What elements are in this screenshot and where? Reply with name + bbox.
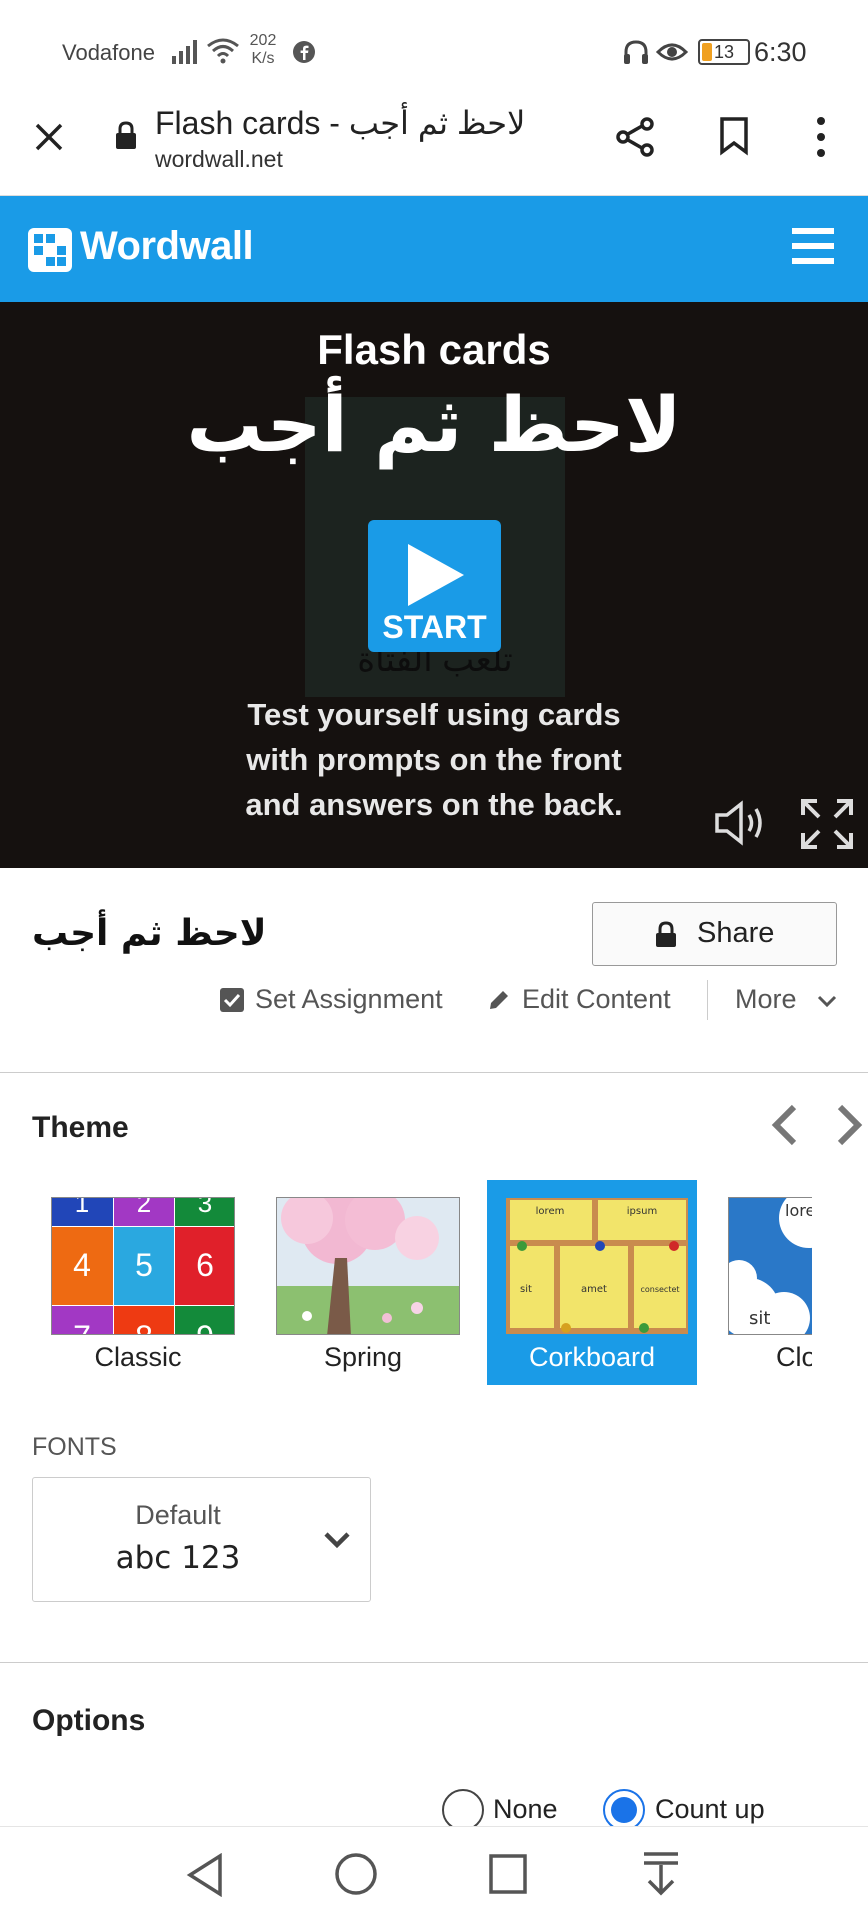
theme-section-title: Theme [32, 1111, 129, 1144]
corkboard-word: ipsum [627, 1206, 657, 1217]
game-title-arabic: لاحظ ثم أجب [186, 380, 682, 469]
set-assignment-label: Set Assignment [255, 984, 443, 1014]
hamburger-menu-icon[interactable] [792, 226, 834, 266]
close-icon[interactable] [34, 122, 64, 152]
font-select[interactable]: Default abc 123 [32, 1477, 371, 1602]
classic-number: 5 [135, 1247, 153, 1283]
system-nav-bar [0, 1826, 868, 1920]
chevron-down-icon [324, 1532, 350, 1549]
chevron-down-icon [817, 995, 837, 1008]
lock-icon [116, 121, 136, 149]
carrier-name: Vodafone [62, 40, 155, 65]
home-nav-icon[interactable] [334, 1852, 378, 1896]
classic-number: 3 [198, 1198, 212, 1218]
timer-count-up-radio[interactable] [603, 1789, 645, 1831]
theme-label: Spring [323, 1342, 403, 1372]
site-header: Wordwall [0, 196, 868, 302]
share-icon[interactable] [614, 116, 656, 158]
game-player[interactable]: تلعب الفتاة Flash cards لاحظ ثم أجب STAR… [0, 302, 868, 868]
font-sample: abc 123 [115, 1540, 241, 1576]
page-title: Flash cards - لاحظ ثم أجب [155, 105, 526, 141]
theme-clouds-thumbnail: lore sit [728, 1197, 812, 1335]
theme-corkboard-thumbnail: lorem ipsum sit amet consectet [505, 1197, 689, 1335]
theme-spring-thumbnail [276, 1197, 460, 1335]
corkboard-word: consectet [640, 1285, 679, 1294]
back-nav-icon[interactable] [186, 1853, 224, 1897]
share-label: Share [697, 917, 775, 949]
activity-title: لاحظ ثم أجب [32, 913, 267, 954]
font-name: Default [135, 1500, 221, 1530]
spring-tree-image [277, 1198, 459, 1334]
fullscreen-icon[interactable] [800, 798, 854, 850]
description-line: Test yourself using cards [247, 697, 621, 732]
network-speed: 202 K/s [242, 32, 284, 68]
battery-level: 13 [713, 42, 735, 62]
wordwall-logo-text: Wordwall [80, 224, 254, 268]
facebook-icon [293, 41, 315, 63]
browser-toolbar: Flash cards - لاحظ ثم أجب wordwall.net [0, 100, 868, 196]
pencil-icon [490, 991, 508, 1009]
classic-number: 8 [135, 1319, 153, 1335]
timer-count-up-label: Count up [655, 1794, 765, 1824]
theme-label: Clo [776, 1342, 812, 1372]
start-label: START [382, 609, 487, 645]
clouds-image: lore sit [729, 1198, 812, 1334]
more-dropdown[interactable]: More [735, 984, 845, 1018]
status-bar: Vodafone 202 K/s 13 6:30 [0, 0, 868, 100]
corkboard-word: amet [581, 1284, 607, 1295]
overflow-menu-icon[interactable] [814, 116, 828, 158]
classic-number: 9 [196, 1319, 214, 1335]
clouds-word: lore [785, 1201, 812, 1220]
classic-number: 6 [196, 1247, 214, 1283]
theme-label: Corkboard [528, 1342, 656, 1372]
chevron-right-icon[interactable] [834, 1104, 866, 1146]
theme-spring[interactable]: Spring [258, 1180, 468, 1385]
chevron-left-icon[interactable] [768, 1104, 800, 1146]
theme-corkboard[interactable]: lorem ipsum sit amet consectet Corkboard [487, 1180, 697, 1385]
game-heading: Flash cards [317, 326, 551, 373]
fonts-label: FONTS [32, 1433, 117, 1461]
signal-icon [172, 40, 197, 64]
battery-icon: 13 [698, 39, 750, 65]
description-line: with prompts on the front [246, 742, 622, 777]
edit-content-label: Edit Content [522, 984, 671, 1014]
divider [707, 980, 708, 1020]
section-divider [0, 1662, 868, 1663]
classic-number: 4 [73, 1247, 91, 1283]
clock: 6:30 [754, 37, 807, 67]
timer-none-label: None [493, 1794, 558, 1824]
timer-none-radio[interactable] [442, 1789, 484, 1831]
recents-nav-icon[interactable] [488, 1853, 528, 1895]
corkboard-word: sit [520, 1284, 532, 1295]
options-section-title: Options [32, 1704, 146, 1737]
download-nav-icon[interactable] [642, 1851, 680, 1897]
clouds-word: sit [749, 1308, 770, 1329]
section-divider [0, 1072, 868, 1073]
wifi-icon [207, 38, 239, 64]
theme-clouds[interactable]: lore sit Clo [710, 1180, 812, 1385]
lock-icon [656, 921, 676, 947]
page-domain: wordwall.net [155, 146, 283, 172]
wordwall-logo-icon [28, 228, 72, 272]
classic-number: 2 [137, 1198, 151, 1218]
theme-classic[interactable]: 1 2 3 4 5 6 7 8 9 Classic [33, 1180, 243, 1385]
theme-label: Classic [94, 1342, 182, 1372]
volume-icon[interactable] [714, 800, 768, 846]
corkboard-image: lorem ipsum sit amet consectet [506, 1198, 688, 1334]
more-label: More [735, 984, 797, 1014]
classic-grid-image: 1 2 3 4 5 6 7 8 9 [52, 1198, 234, 1335]
checkbox-icon [220, 988, 244, 1012]
corkboard-word: lorem [536, 1206, 565, 1217]
headphones-icon [624, 40, 648, 64]
classic-number: 1 [75, 1198, 89, 1218]
classic-number: 7 [73, 1319, 91, 1335]
speed-value: 202 [249, 32, 277, 49]
start-button[interactable]: START [368, 520, 501, 652]
share-button[interactable]: Share [592, 902, 837, 966]
theme-classic-thumbnail: 1 2 3 4 5 6 7 8 9 [51, 1197, 235, 1335]
play-icon [408, 544, 464, 606]
eye-comfort-icon [656, 43, 688, 61]
speed-unit: K/s [251, 50, 275, 67]
bookmark-icon[interactable] [718, 116, 750, 156]
